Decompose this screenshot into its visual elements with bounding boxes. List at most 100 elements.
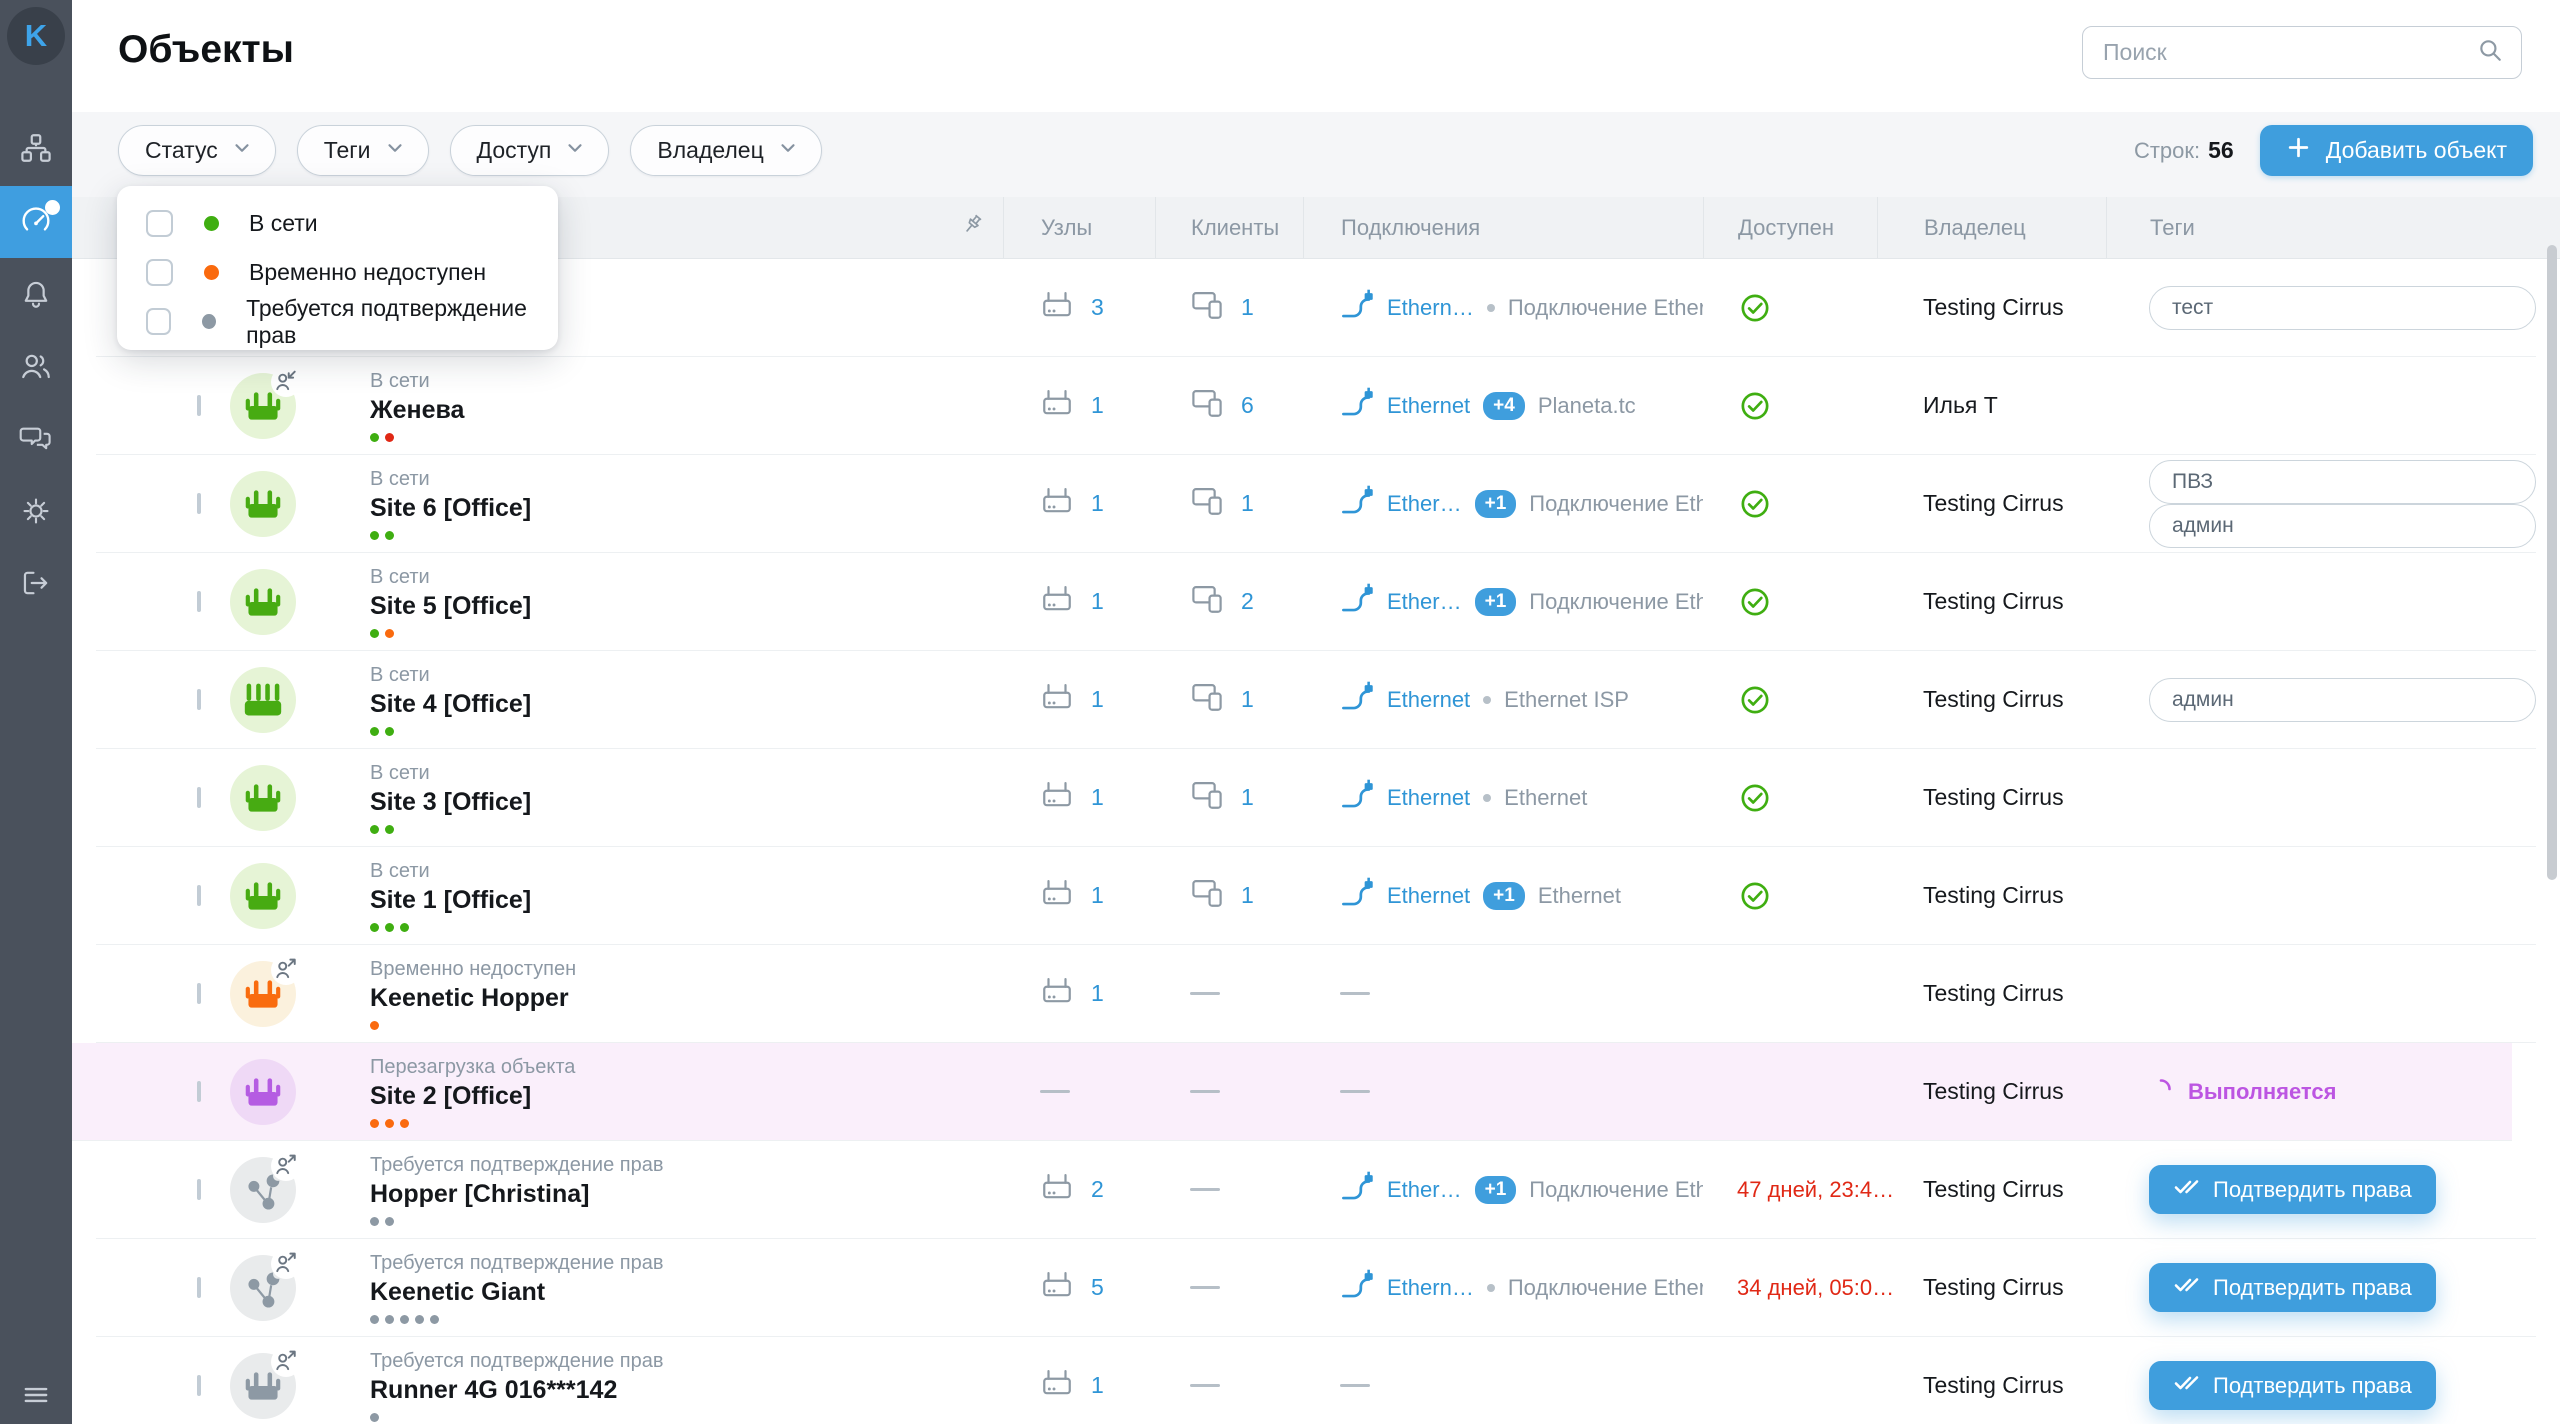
row-checkbox[interactable] [197,983,201,1004]
checkbox[interactable] [146,210,173,237]
share-out-icon [271,1249,301,1279]
column-header-tags[interactable]: Теги [2106,197,2536,258]
add-object-button[interactable]: Добавить объект [2260,125,2533,176]
nodes-count[interactable]: 2 [1091,1176,1104,1203]
row-checkbox[interactable] [197,493,201,514]
connection-more-badge[interactable]: +1 [1475,588,1517,616]
sidebar-item-topology[interactable] [0,114,72,186]
column-header-clients[interactable]: Клиенты [1155,197,1303,258]
connection-primary[interactable]: Ethern… [1387,295,1474,321]
connection-primary[interactable]: Ethernet [1387,883,1470,909]
table-row[interactable]: В сетиSite 4 [Office]11EthernetEthernet … [96,651,2536,749]
status-dot [370,1217,379,1226]
clients-count[interactable]: 1 [1241,882,1254,909]
nodes-cell: 1 [1003,974,1155,1013]
table-row[interactable]: В сетиSite 6 [Office]11Ether…+1Подключен… [96,455,2536,553]
connection-more-badge[interactable]: +1 [1475,1176,1517,1204]
tag-pill[interactable]: ПВЗ [2149,460,2536,504]
connection-primary[interactable]: Ether… [1387,491,1462,517]
filter-chip-теги[interactable]: Теги [297,125,429,176]
scrollbar-thumb[interactable] [2547,245,2557,880]
tags-cell: админ [2106,678,2536,722]
clients-count[interactable]: 1 [1241,490,1254,517]
share-out-icon [271,955,301,985]
search-input[interactable] [2101,38,2477,67]
table-row[interactable]: Требуется подтверждение правKeenetic Gia… [96,1239,2536,1337]
sidebar-item-dashboard[interactable] [0,186,72,258]
nodes-count[interactable]: 1 [1091,980,1104,1007]
connection-primary[interactable]: Ethernet [1387,687,1470,713]
nodes-count[interactable]: 3 [1091,294,1104,321]
connection-primary[interactable]: Ethernet [1387,785,1470,811]
clients-count[interactable]: 1 [1241,784,1254,811]
keenetic-logo[interactable]: K [7,7,65,65]
connection-primary[interactable]: Ether… [1387,1177,1462,1203]
clients-count[interactable]: 2 [1241,588,1254,615]
column-header-connections[interactable]: Подключения [1303,197,1703,258]
nodes-count[interactable]: 5 [1091,1274,1104,1301]
nodes-count[interactable]: 1 [1091,490,1104,517]
status-dot [385,923,394,932]
row-checkbox[interactable] [197,1375,201,1396]
table-row[interactable]: В сетиSite 3 [Office]11EthernetEthernetT… [96,749,2536,847]
checkbox[interactable] [146,259,173,286]
clients-count[interactable]: 6 [1241,392,1254,419]
row-checkbox[interactable] [197,787,201,808]
row-checkbox[interactable] [197,1179,201,1200]
connection-primary[interactable]: Ether… [1387,589,1462,615]
checkbox[interactable] [146,308,171,335]
sidebar-item-menu[interactable] [0,1361,72,1424]
share-out-icon [271,1151,301,1181]
column-header-owner[interactable]: Владелец [1877,197,2106,258]
ethernet-icon [1340,288,1374,327]
status-filter-option[interactable]: Требуется подтверждение прав [117,297,558,346]
status-filter-option[interactable]: В сети [117,199,558,248]
sidebar-item-notifications[interactable] [0,260,72,332]
filter-chip-владелец[interactable]: Владелец [630,125,821,176]
nodes-count[interactable]: 1 [1091,1372,1104,1399]
clients-count[interactable]: 1 [1241,686,1254,713]
filter-chip-доступ[interactable]: Доступ [450,125,610,176]
row-checkbox[interactable] [197,689,201,710]
connection-primary[interactable]: Ethernet [1387,393,1470,419]
status-dot [385,1315,394,1324]
table-row[interactable]: В сетиSite 5 [Office]12Ether…+1Подключен… [96,553,2536,651]
row-name: Runner 4G 016***142 [370,1376,950,1405]
sidebar-item-logout[interactable] [0,549,72,621]
sidebar-item-users[interactable] [0,332,72,404]
filter-chip-статус[interactable]: Статус [118,125,276,176]
confirm-rights-button[interactable]: Подтвердить права [2149,1263,2436,1312]
confirm-rights-button[interactable]: Подтвердить права [2149,1165,2436,1214]
pin-column-header[interactable] [950,197,1003,258]
table-row[interactable]: В сетиSite 1 [Office]11Ethernet+1Etherne… [96,847,2536,945]
table-row[interactable]: В сетиЖенева16Ethernet+4Planeta.tcИлья Т [96,357,2536,455]
row-checkbox[interactable] [197,591,201,612]
tag-pill[interactable]: админ [2149,678,2536,722]
sidebar-item-settings[interactable] [0,477,72,549]
row-checkbox[interactable] [197,395,201,416]
table-row[interactable]: Требуется подтверждение правHopper [Chri… [96,1141,2536,1239]
connection-more-badge[interactable]: +1 [1475,490,1517,518]
table-row[interactable]: Временно недоступенKeenetic Hopper1Testi… [96,945,2536,1043]
nodes-count[interactable]: 1 [1091,784,1104,811]
row-checkbox[interactable] [197,1081,201,1102]
nodes-count[interactable]: 1 [1091,686,1104,713]
tag-pill[interactable]: админ [2149,504,2536,548]
confirm-rights-button[interactable]: Подтвердить права [2149,1361,2436,1410]
column-header-available[interactable]: Доступен [1703,197,1877,258]
row-checkbox[interactable] [197,1277,201,1298]
column-header-nodes[interactable]: Узлы [1003,197,1155,258]
connection-more-badge[interactable]: +1 [1483,882,1525,910]
row-checkbox[interactable] [197,885,201,906]
clients-count[interactable]: 1 [1241,294,1254,321]
connection-primary[interactable]: Ethern… [1387,1275,1474,1301]
sidebar-item-chat[interactable] [0,404,72,476]
connection-more-badge[interactable]: +4 [1483,392,1525,420]
nodes-count[interactable]: 1 [1091,392,1104,419]
table-row[interactable]: Перезагрузка объектаSite 2 [Office]Testi… [72,1043,2512,1141]
status-filter-option[interactable]: Временно недоступен [117,248,558,297]
nodes-count[interactable]: 1 [1091,882,1104,909]
tag-pill[interactable]: тест [2149,286,2536,330]
nodes-count[interactable]: 1 [1091,588,1104,615]
table-row[interactable]: Требуется подтверждение правRunner 4G 01… [96,1337,2536,1424]
